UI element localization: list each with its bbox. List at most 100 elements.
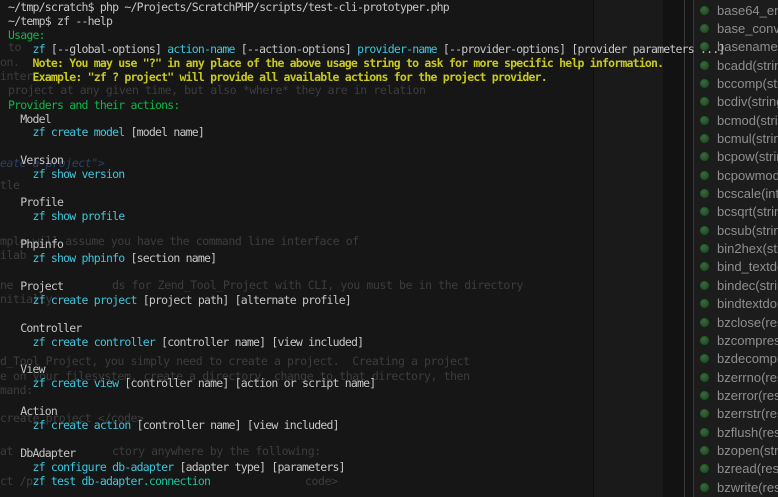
terminal-text-segment (8, 181, 14, 195)
terminal-text-segment: zf show version (33, 167, 125, 181)
terminal-line: zf test db-adapter.connection (8, 475, 725, 489)
terminal-line: zf create controller [controller name] [… (8, 336, 725, 350)
terminal-text-segment: [--global-options] (45, 42, 167, 56)
function-label: bzflush(reso (717, 425, 778, 440)
function-label: bzdecompre (717, 351, 778, 366)
terminal-text-segment: zf show profile (33, 209, 125, 223)
terminal-text-segment: .connection (143, 474, 210, 488)
terminal-line: Controller (8, 322, 725, 336)
function-label: bzerrno(res (717, 370, 778, 385)
terminal-text-segment: zf create action (33, 418, 131, 432)
terminal-text-segment: Phpinfo (8, 237, 63, 251)
terminal-text-segment (8, 139, 14, 153)
terminal-text-segment: [controller name] [action or script name… (118, 376, 375, 390)
terminal-text-segment: zf show phpinfo (33, 251, 125, 265)
terminal-text-segment (8, 223, 14, 237)
terminal-text-segment: zf configure db-adapter (33, 460, 174, 474)
terminal-text-segment (8, 293, 33, 307)
terminal-text-segment: DbAdapter (8, 446, 75, 460)
terminal-line: zf show version (8, 168, 725, 182)
function-label: bcsub(string (717, 223, 778, 238)
terminal-text-segment: zf test db-adapter (33, 474, 143, 488)
terminal-line (8, 140, 725, 154)
function-label: basename(st (717, 39, 778, 54)
terminal-text-segment: Controller (8, 321, 81, 335)
terminal-text-segment: provider-name (357, 42, 437, 56)
terminal-output: ~/tmp/scratch$ php ~/Projects/ScratchPHP… (8, 1, 725, 489)
terminal-text-segment: [section name] (124, 251, 216, 265)
terminal-line (8, 266, 725, 280)
terminal-text-segment: [controller name] [view included] (155, 335, 363, 349)
terminal-text-segment: ~/tmp/scratch$ php ~/Projects/ScratchPHP… (8, 0, 449, 14)
function-label: bin2hex(stri (717, 241, 778, 256)
terminal-text-segment: [model name] (124, 125, 204, 139)
function-label: base_conver (717, 21, 778, 36)
terminal-text-segment: View (8, 362, 45, 376)
terminal-line: Action (8, 405, 725, 419)
terminal-line: zf create action [controller name] [view… (8, 419, 725, 433)
terminal-text-segment (8, 84, 14, 98)
function-label: bzclose(reso (717, 315, 778, 330)
terminal-line: zf show phpinfo [section name] (8, 252, 725, 266)
terminal-line: Phpinfo (8, 238, 725, 252)
terminal-text-segment (8, 432, 14, 446)
terminal-text-segment: zf (33, 42, 45, 56)
terminal-line: Project (8, 280, 725, 294)
function-label: bzerror(reso (717, 388, 778, 403)
terminal-text-segment: [project path] [alternate profile] (137, 293, 351, 307)
terminal-text-segment: [controller name] [view included] (130, 418, 338, 432)
terminal-text-segment (8, 418, 33, 432)
terminal-line: zf create model [model name] (8, 126, 725, 140)
terminal-text-segment: Providers and their actions: (8, 98, 179, 112)
terminal-line: Providers and their actions: (8, 99, 725, 113)
function-label: bcpowmod(s (717, 168, 778, 183)
terminal-text-segment (8, 376, 33, 390)
function-label: bzopen(strin (717, 443, 778, 458)
terminal-text-segment (8, 167, 33, 181)
terminal-line: zf create project [project path] [altern… (8, 294, 725, 308)
terminal-text-segment: zf create model (33, 125, 125, 139)
function-label: bcmod(strin (717, 113, 778, 128)
terminal-line: zf configure db-adapter [adapter type] [… (8, 461, 725, 475)
terminal-text-segment (8, 348, 14, 362)
terminal-text-segment: Version (8, 153, 63, 167)
terminal-text-segment (8, 265, 14, 279)
function-label: bindec(strin (717, 278, 778, 293)
terminal-text-segment: action-name (167, 42, 234, 56)
terminal-line (8, 85, 725, 99)
terminal-text-segment: [--action-options] (235, 42, 357, 56)
terminal-text-segment (8, 307, 14, 321)
function-label: bzread(reso (717, 461, 778, 476)
terminal-text-segment (8, 335, 33, 349)
terminal-line: Model (8, 113, 725, 127)
function-label: bcpow(strin (717, 149, 778, 164)
terminal-line (8, 391, 725, 405)
terminal-line: ~/tmp/scratch$ php ~/Projects/ScratchPHP… (8, 1, 725, 15)
function-label: bzwrite(reso (717, 480, 778, 495)
terminal-line: zf create view [controller name] [action… (8, 377, 725, 391)
terminal-text-segment: Model (8, 112, 51, 126)
terminal-text-segment: Note: You may use "?" in any place of th… (8, 56, 663, 70)
terminal-line (8, 433, 725, 447)
terminal-line: Usage: (8, 29, 725, 43)
terminal-text-segment: zf create view (33, 376, 119, 390)
terminal-line (8, 308, 725, 322)
terminal-text-segment (8, 42, 33, 56)
function-label: bccomp(stri (717, 76, 778, 91)
terminal-line: Note: You may use "?" in any place of th… (8, 57, 725, 71)
function-label: bzcompress (717, 333, 778, 348)
function-label: bcscale(int $ (717, 186, 778, 201)
terminal-line: Example: "zf ? project" will provide all… (8, 71, 725, 85)
terminal-text-segment: [--provider-options] [provider parameter… (437, 42, 725, 56)
function-label: bcadd(string (717, 58, 778, 73)
terminal-text-segment: Usage: (8, 28, 45, 42)
function-label: bcdiv(string (717, 94, 778, 109)
terminal-text-segment: Action (8, 404, 57, 418)
terminal-text-segment: zf create project (33, 293, 137, 307)
screen: { "colors": { "terminal_background": "#1… (0, 0, 778, 497)
terminal-text-segment: [adapter type] [parameters] (173, 460, 344, 474)
function-label: bzerrstr(res (717, 406, 778, 421)
function-label: bcsqrt(strin (717, 204, 778, 219)
terminal-text-segment (8, 251, 33, 265)
terminal-text-segment: Profile (8, 195, 63, 209)
